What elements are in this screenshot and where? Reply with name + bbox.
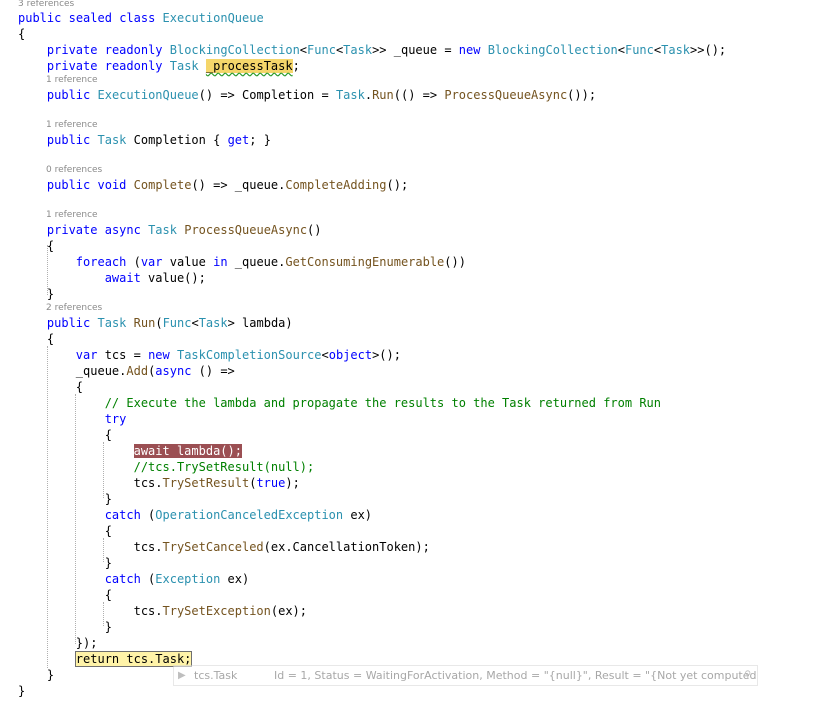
code-line-lambda-close: }); xyxy=(75,636,98,650)
code-line-queue-add: _queue.Add(async () => xyxy=(75,364,235,378)
code-editor[interactable]: 3 references public sealed class Executi… xyxy=(0,0,818,704)
code-line-process-close-brace: } xyxy=(46,287,55,301)
codelens-process-references[interactable]: 1 reference xyxy=(46,210,98,221)
code-line-catch-canceled-open: { xyxy=(104,524,112,538)
code-line-tcs-declaration: var tcs = new TaskCompletionSource<objec… xyxy=(75,348,401,362)
codelens-run-references[interactable]: 2 references xyxy=(46,303,102,314)
expand-arrow-icon[interactable]: ▶ xyxy=(178,666,186,685)
codelens-completion-references[interactable]: 1 reference xyxy=(46,120,98,131)
code-line-catch-exception-close: } xyxy=(104,620,112,634)
code-line-try-open-brace: { xyxy=(104,428,112,442)
codelens-ctor-references[interactable]: 1 reference xyxy=(46,75,98,86)
code-line-trysetresult: tcs.TrySetResult(true); xyxy=(133,476,300,490)
code-line-try-close-brace: } xyxy=(104,492,112,506)
breakpoint-highlight[interactable]: await lambda(); xyxy=(133,444,242,458)
datatip-value: Id = 1, Status = WaitingForActivation, M… xyxy=(274,669,758,682)
code-line-catch-exception-open: { xyxy=(104,588,112,602)
codelens-class-references[interactable]: 3 references xyxy=(18,0,74,10)
code-line-lambda-open-brace: { xyxy=(75,380,84,394)
datatip-name: tcs.Task xyxy=(194,669,238,682)
code-line-class-open-brace: { xyxy=(18,27,26,41)
code-line-class-close-brace: } xyxy=(18,684,26,698)
code-line-catch-canceled-close: } xyxy=(104,556,112,570)
code-line-await-lambda-breakpoint[interactable]: await lambda(); xyxy=(18,443,242,459)
code-line-complete-method: public void Complete() => _queue.Complet… xyxy=(46,178,409,192)
code-line-field-queue: private readonly BlockingCollection<Func… xyxy=(46,43,727,57)
unused-field-warning[interactable]: _processTask xyxy=(205,59,293,73)
code-line-run-signature: public Task Run(Func<Task> lambda) xyxy=(46,316,293,330)
datatip[interactable]: ▶ tcs.Task Id = 1, Status = WaitingForAc… xyxy=(173,665,758,686)
code-line-catch-exception: catch (Exception ex) xyxy=(104,572,250,586)
codelens-complete-references[interactable]: 0 references xyxy=(46,165,102,176)
pin-icon[interactable]: ⚲ xyxy=(744,666,751,685)
code-line-try: try xyxy=(104,412,127,426)
code-line-comment-execute: // Execute the lambda and propagate the … xyxy=(104,396,661,410)
current-statement-highlight[interactable]: return tcs.Task; xyxy=(74,651,193,667)
code-line-return-current-statement[interactable]: return tcs.Task; xyxy=(18,651,193,667)
code-line-process-queue-signature: private async Task ProcessQueueAsync() xyxy=(46,223,322,237)
code-line-catch-canceled: catch (OperationCanceledException ex) xyxy=(104,508,373,522)
code-line-comment-trysetresult: //tcs.TrySetResult(null); xyxy=(133,460,315,474)
code-line-trysetcanceled: tcs.TrySetCanceled(ex.CancellationToken)… xyxy=(133,540,430,554)
code-line-trysetexception: tcs.TrySetException(ex); xyxy=(133,604,307,618)
code-line-await-value: await value(); xyxy=(104,271,206,285)
code-line-field-process-task: private readonly Task _processTask; xyxy=(46,59,300,73)
code-line-constructor: public ExecutionQueue() => Completion = … xyxy=(46,88,597,102)
code-line-completion-property: public Task Completion { get; } xyxy=(46,133,271,147)
code-line-run-close-brace: } xyxy=(46,668,55,682)
code-line-foreach: foreach (var value in _queue.GetConsumin… xyxy=(75,255,466,269)
code-line-run-open-brace: { xyxy=(46,332,55,346)
code-line-class-declaration: public sealed class ExecutionQueue xyxy=(18,11,264,25)
code-line-process-open-brace: { xyxy=(46,239,55,253)
